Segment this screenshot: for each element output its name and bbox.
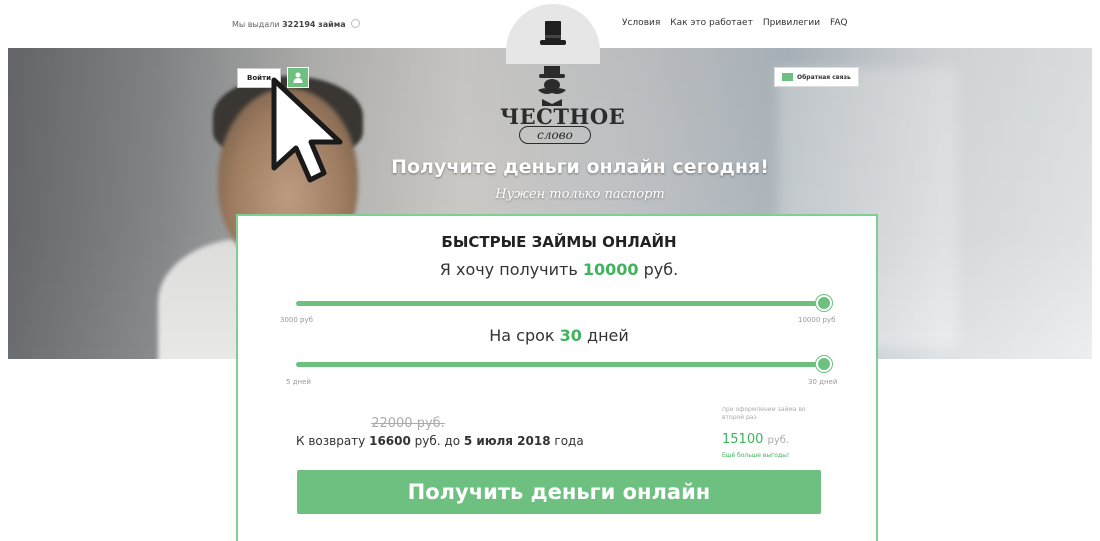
return-amount: 16600: [369, 434, 411, 448]
nav-how-it-works[interactable]: Как это работает: [670, 18, 753, 28]
loans-suffix: займа: [318, 20, 346, 29]
loans-count-value: 322194: [282, 20, 316, 29]
nav-faq[interactable]: FAQ: [830, 18, 847, 28]
term-prefix: На срок: [489, 326, 555, 345]
term-slider-track[interactable]: [296, 362, 824, 367]
promo-price-line: 15100 руб.: [722, 432, 789, 447]
mail-icon: [782, 73, 793, 81]
old-price: 22000 руб.: [371, 416, 445, 431]
nav-conditions[interactable]: Условия: [622, 18, 660, 28]
term-unit: дней: [587, 326, 629, 345]
hero-subheadline: Нужен только паспорт: [495, 187, 665, 202]
return-prefix: К возврату: [296, 434, 366, 448]
amount-line: Я хочу получить 10000 руб.: [238, 260, 880, 279]
amount-max-label: 10000 руб: [798, 316, 836, 324]
amount-slider-track[interactable]: [296, 301, 824, 306]
hero-headline: Получите деньги онлайн сегодня!: [391, 156, 769, 178]
loan-calculator-card: БЫСТРЫЕ ЗАЙМЫ ОНЛАЙН Я хочу получить 100…: [236, 214, 878, 541]
amount-unit: руб.: [643, 260, 679, 279]
feedback-label: Обратная связь: [797, 73, 851, 81]
promo-price: 15100: [722, 432, 764, 447]
top-hat-icon: [540, 21, 566, 45]
return-date: 5 июля 2018: [463, 434, 551, 448]
top-nav: Условия Как это работает Привилегии FAQ: [622, 18, 847, 28]
promo-unit: руб.: [767, 435, 790, 446]
term-value: 30: [559, 326, 582, 345]
amount-min-label: 3000 руб: [280, 316, 313, 324]
get-money-button[interactable]: Получить деньги онлайн: [297, 470, 821, 514]
term-max-label: 30 дней: [808, 378, 838, 386]
term-line: На срок 30 дней: [238, 326, 880, 345]
calculator-title: БЫСТРЫЕ ЗАЙМЫ ОНЛАЙН: [441, 233, 677, 251]
loans-counter: Мы выдали 322194 займа: [232, 19, 361, 29]
amount-prefix: Я хочу получить: [439, 260, 578, 279]
loans-prefix: Мы выдали: [232, 20, 280, 29]
gentleman-logo-icon: [538, 66, 566, 106]
mouse-cursor-icon: [271, 77, 343, 183]
term-min-label: 5 дней: [286, 378, 311, 386]
logo-subtitle: слово: [519, 126, 591, 144]
promo-more-link[interactable]: Ещё больше выгоды!: [722, 452, 789, 459]
return-line: К возврату 16600 руб. до 5 июля 2018 год…: [296, 434, 584, 448]
amount-slider-knob[interactable]: [816, 295, 832, 311]
info-icon[interactable]: [351, 19, 361, 28]
return-suffix: года: [554, 434, 584, 448]
amount-value: 10000: [582, 260, 639, 279]
promo-note: при оформлении займа во второй раз: [722, 406, 806, 421]
feedback-button[interactable]: Обратная связь: [774, 67, 859, 87]
nav-privileges[interactable]: Привилегии: [763, 18, 820, 28]
return-mid: руб. до: [414, 434, 461, 448]
term-slider-knob[interactable]: [816, 356, 832, 372]
